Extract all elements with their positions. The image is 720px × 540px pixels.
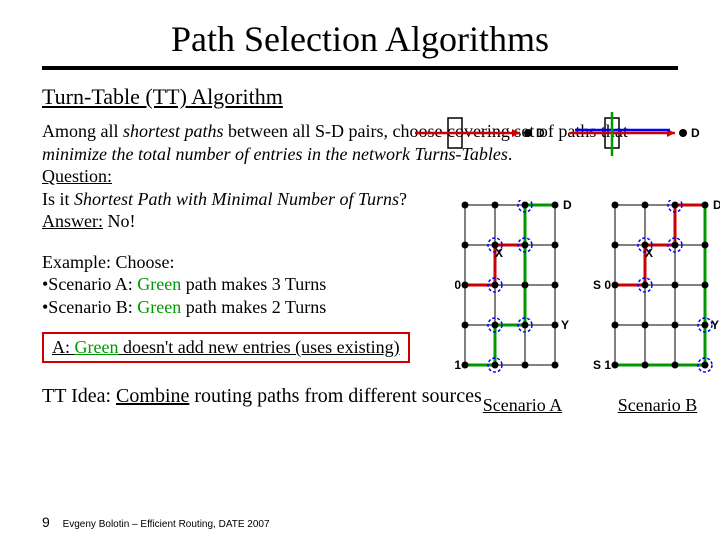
highlight-box: A: Green doesn't add new entries (uses e…: [42, 332, 410, 363]
scenario-diagrams: D X S 0 Y S 1 D X S: [455, 200, 720, 410]
crossbar-left: D: [415, 118, 545, 148]
label-D-top-right: D: [691, 126, 700, 140]
bB-c: path makes 2 Turns: [181, 297, 326, 317]
label-D-top-left: D: [536, 126, 545, 140]
tt-c: routing paths from different sources: [189, 385, 481, 407]
crossbar-right: D: [570, 112, 700, 156]
bA-a: •Scenario A:: [42, 274, 137, 294]
svg-text:D: D: [713, 200, 720, 212]
top-diagram: D D: [410, 110, 710, 160]
hl-a: A:: [52, 337, 75, 357]
title-rule: [42, 66, 678, 70]
scenario-labels: Scenario A Scenario B: [455, 395, 720, 416]
bB-a: •Scenario B:: [42, 297, 137, 317]
svg-text:S 0: S 0: [593, 278, 611, 292]
scenario-b-label: Scenario B: [590, 395, 720, 416]
hl-b: Green: [75, 337, 119, 357]
bA-b: Green: [137, 274, 181, 294]
svg-text:S 1: S 1: [455, 358, 461, 372]
slide-number: 9: [42, 514, 50, 530]
q-italic: Shortest Path with Minimal Number of Tur…: [74, 189, 399, 209]
svg-text:Y: Y: [561, 318, 569, 332]
svg-text:Y: Y: [711, 318, 719, 332]
q-tail: ?: [399, 189, 407, 209]
slide-title: Path Selection Algorithms: [42, 18, 678, 60]
answer-label: Answer:: [42, 211, 103, 231]
p1-a: Among all: [42, 121, 123, 141]
scenario-a-grid: D X S 0 Y S 1: [455, 200, 572, 372]
svg-text:D: D: [563, 200, 572, 212]
footer: 9 Evgeny Bolotin – Efficient Routing, DA…: [42, 514, 270, 530]
question-label: Question:: [42, 166, 112, 186]
tt-a: TT Idea:: [42, 385, 116, 407]
p1-b: shortest paths: [123, 121, 224, 141]
svg-text:X: X: [495, 246, 503, 260]
svg-text:X: X: [645, 246, 653, 260]
example-head: Example: Choose:: [42, 251, 452, 274]
bB-b: Green: [137, 297, 181, 317]
svg-text:S 0: S 0: [455, 278, 461, 292]
scenario-a-label: Scenario A: [455, 395, 590, 416]
question-block: Question: Is it Shortest Path with Minim…: [42, 165, 452, 233]
bA-c: path makes 3 Turns: [181, 274, 326, 294]
section-subtitle: Turn-Table (TT) Algorithm: [42, 84, 678, 110]
example-block: Example: Choose: •Scenario A: Green path…: [42, 251, 452, 319]
svg-text:S 1: S 1: [593, 358, 611, 372]
q-text: Is it: [42, 189, 74, 209]
tt-b: Combine: [116, 385, 189, 407]
hl-c: doesn't add new entries (uses existing): [118, 337, 399, 357]
footer-text: Evgeny Bolotin – Efficient Routing, DATE…: [63, 519, 270, 530]
answer-text: No!: [103, 211, 136, 231]
scenario-b-grid: D X S 0 Y S 1: [593, 200, 720, 372]
